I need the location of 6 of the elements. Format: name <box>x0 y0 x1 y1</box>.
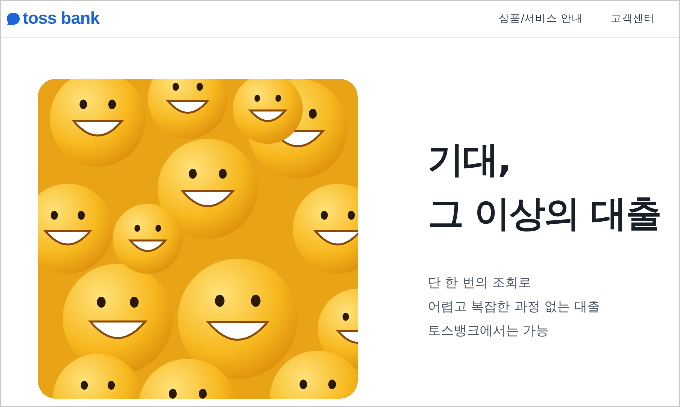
nav-link[interactable]: 고객센터 <box>611 12 655 26</box>
hero-headline: 기대, 그 이상의 대출 <box>428 139 662 237</box>
logo-icon <box>7 13 20 25</box>
hero-description: 단 한 번의 조회로 어렵고 복잡한 과정 없는 대출 토스뱅크에서는 가능 <box>428 275 602 341</box>
nav-link[interactable]: 상품/서비스 안내 <box>499 12 583 26</box>
logo-text[interactable]: toss bank <box>23 9 100 29</box>
